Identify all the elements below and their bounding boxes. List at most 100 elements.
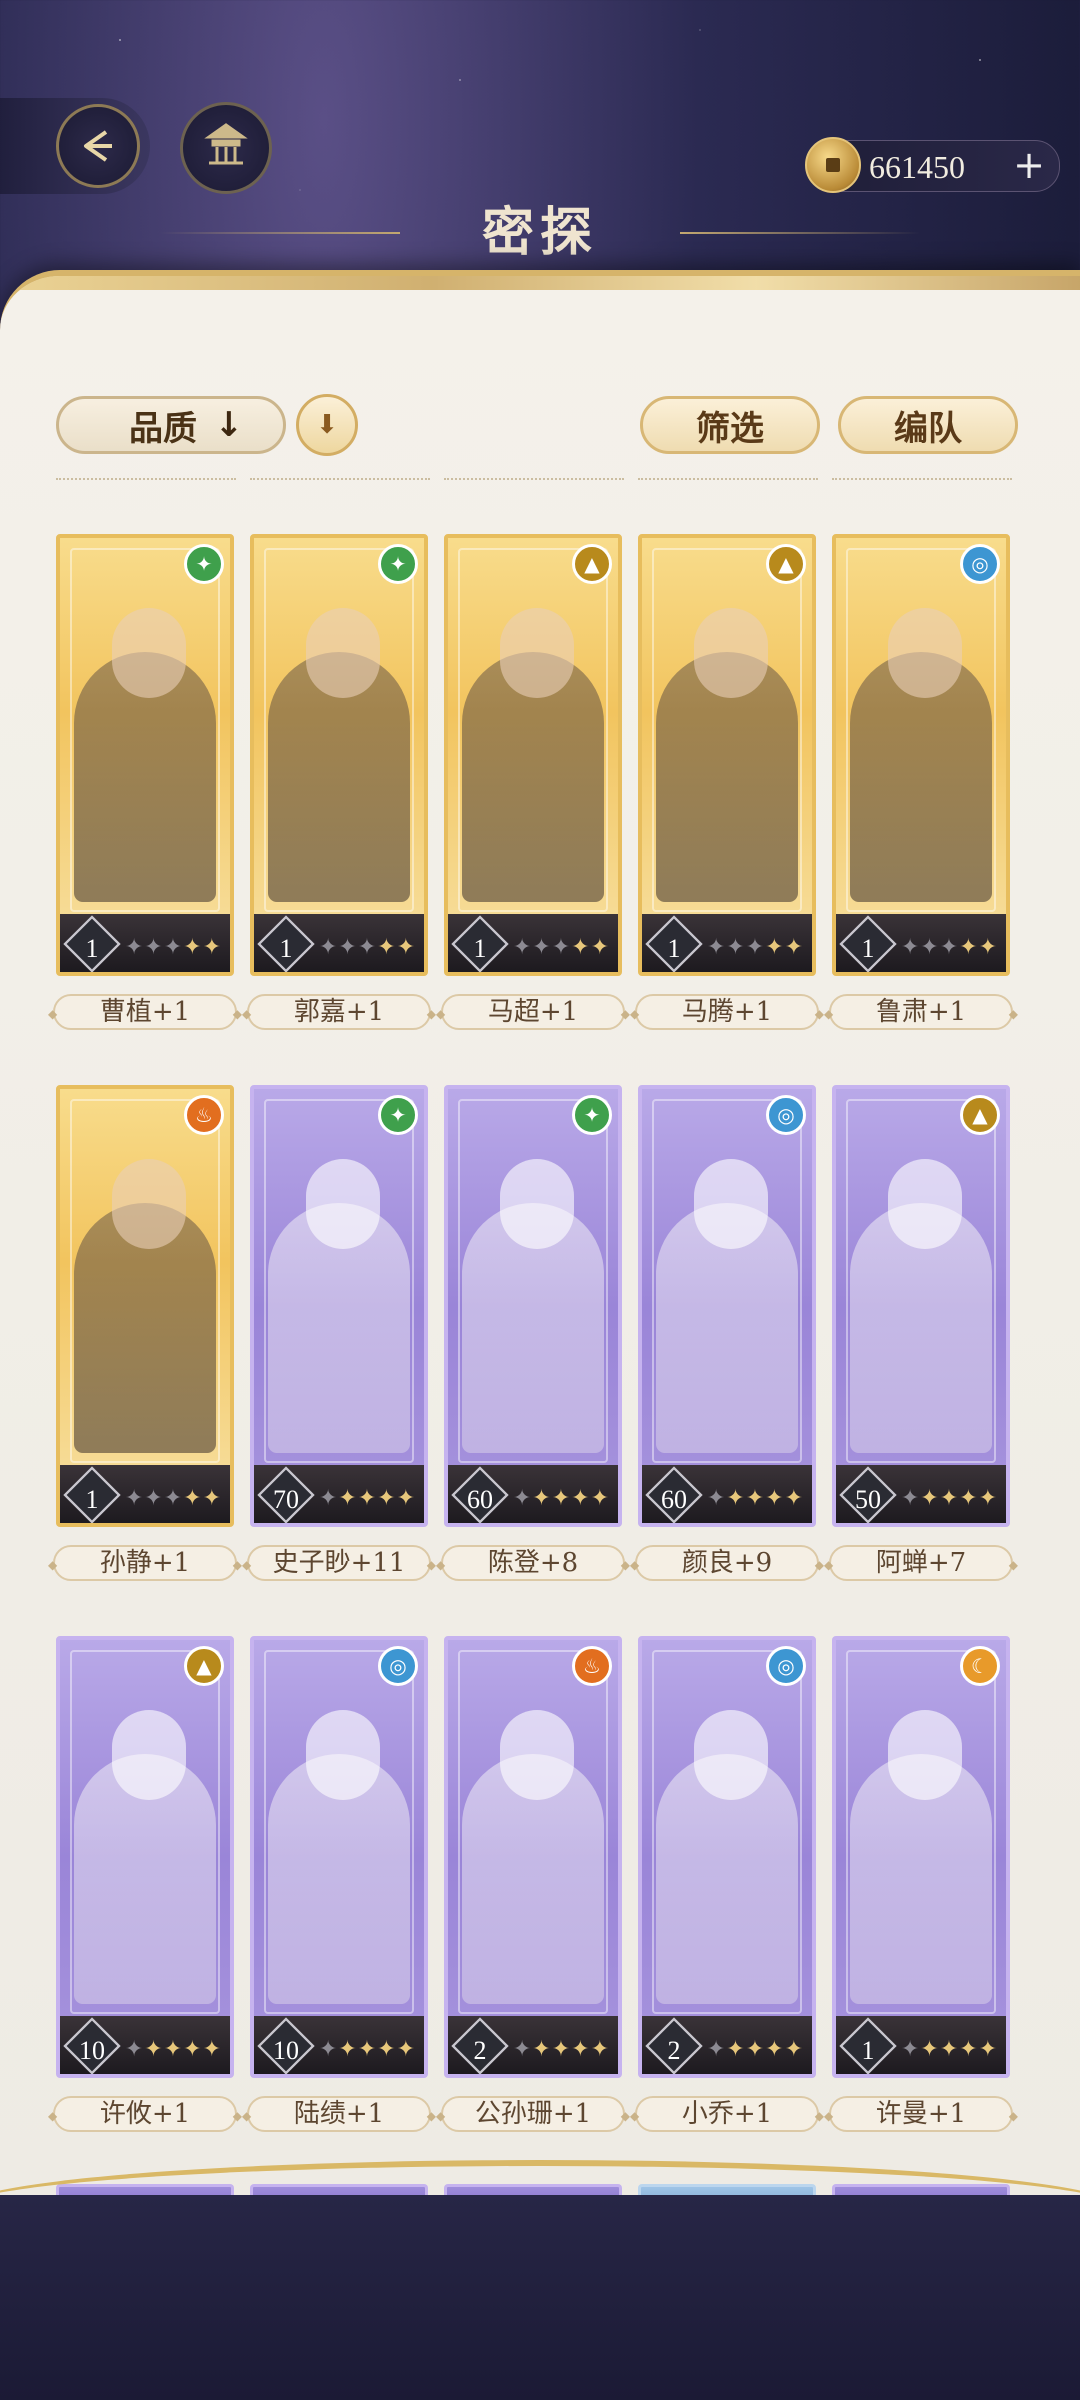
star-icon: ✦ [959,935,979,960]
star-icon: ✦ [338,2037,358,2062]
character-portrait-head [888,1710,962,1800]
title-divider-left [160,232,400,234]
character-name: 阿蝉+7 [824,1545,1018,1581]
star-icon: ✦ [571,1486,591,1511]
star-icon: ✦ [377,935,397,960]
level-value: 1 [861,2036,875,2065]
character-card[interactable]: ✦ 1 ✦✦✦✦✦ [250,534,428,976]
filter-label: 筛选 [696,408,764,449]
character-card[interactable]: ◎ 60 ✦✦✦✦✦ [638,1085,816,1527]
star-rating: ✦✦✦✦✦ [319,2037,416,2062]
pavilion-icon [199,119,253,177]
star-icon: ✦ [202,1486,222,1511]
sort-direction-icon: ↓ [214,405,244,445]
star-icon: ✦ [512,2037,533,2062]
star-icon: ✦ [183,935,203,960]
star-rating: ✦✦✦✦✦ [125,1486,222,1511]
star-icon: ✦ [745,935,766,960]
back-arrow-icon [56,104,140,188]
level-value: 1 [861,934,875,963]
level-value: 70 [273,1485,299,1514]
star-icon: ✦ [765,2037,785,2062]
star-icon: ✦ [551,2037,572,2062]
earth-element-icon: ▲ [766,544,806,584]
star-rating: ✦✦✦✦✦ [319,935,416,960]
level-value: 1 [473,934,487,963]
star-rating: ✦✦✦✦✦ [125,935,222,960]
star-icon: ✦ [532,1486,552,1511]
star-icon: ✦ [318,2037,339,2062]
character-portrait-head [500,1710,574,1800]
star-icon: ✦ [124,2037,145,2062]
home-button[interactable] [180,102,272,194]
star-rating: ✦✦✦✦✦ [707,2037,804,2062]
divider [250,470,430,480]
character-card[interactable]: ▲ 1 ✦✦✦✦✦ [444,534,622,976]
star-icon: ✦ [900,1486,921,1511]
character-name: 陈登+8 [436,1545,630,1581]
level-value: 1 [85,1485,99,1514]
character-card[interactable]: ♨ 1 ✦✦✦✦✦ [56,1085,234,1527]
star-rating: ✦✦✦✦✦ [125,2037,222,2062]
star-icon: ✦ [377,1486,397,1511]
team-label: 编队 [894,408,962,449]
character-name: 马腾+1 [630,994,824,1030]
divider [56,470,236,480]
filter-button[interactable]: 筛选 [640,396,820,454]
water-element-icon: ◎ [766,1095,806,1135]
character-name: 颜良+9 [630,1545,824,1581]
character-portrait-head [112,1710,186,1800]
star-icon: ✦ [571,935,591,960]
sort-order-button[interactable]: ⬇ [296,394,358,456]
character-card[interactable]: ✦ 60 ✦✦✦✦✦ [444,1085,622,1527]
character-card[interactable]: ☾ 1 ✦✦✦✦✦ [832,1636,1010,2078]
star-icon: ✦ [706,1486,727,1511]
character-name: 公孙珊+1 [436,2096,630,2132]
team-button[interactable]: 编队 [838,396,1018,454]
level-value: 1 [667,934,681,963]
character-card[interactable]: ✦ 70 ✦✦✦✦✦ [250,1085,428,1527]
star-icon: ✦ [357,2037,378,2062]
star-icon: ✦ [959,1486,979,1511]
fire-element-icon: ♨ [184,1095,224,1135]
star-icon: ✦ [726,1486,746,1511]
character-card[interactable]: ◎ 1 ✦✦✦✦✦ [832,534,1010,976]
star-icon: ✦ [551,935,572,960]
add-currency-button[interactable]: + [1013,143,1045,187]
water-element-icon: ◎ [766,1646,806,1686]
star-rating: ✦✦✦✦✦ [513,1486,610,1511]
character-portrait-head [112,1159,186,1249]
character-name: 许攸+1 [48,2096,242,2132]
star-icon: ✦ [202,2037,222,2062]
level-value: 2 [667,2036,681,2065]
character-card[interactable]: ▲ 10 ✦✦✦✦✦ [56,1636,234,2078]
star-icon: ✦ [357,1486,378,1511]
character-card[interactable]: ▲ 1 ✦✦✦✦✦ [638,534,816,976]
star-rating: ✦✦✦✦✦ [901,935,998,960]
character-card[interactable]: ▲ 50 ✦✦✦✦✦ [832,1085,1010,1527]
character-portrait-head [694,1159,768,1249]
back-button[interactable] [0,98,150,194]
star-rating: ✦✦✦✦✦ [901,1486,998,1511]
character-card[interactable]: ✦ 1 ✦✦✦✦✦ [56,534,234,976]
character-card[interactable]: ◎ 2 ✦✦✦✦✦ [638,1636,816,2078]
character-name: 许曼+1 [824,2096,1018,2132]
page-title: 密探 [481,202,598,263]
star-icon: ✦ [338,1486,358,1511]
star-icon: ✦ [939,2037,960,2062]
character-name: 郭嘉+1 [242,994,436,1030]
star-icon: ✦ [512,1486,533,1511]
character-portrait-head [500,608,574,698]
character-card[interactable]: ◎ 10 ✦✦✦✦✦ [250,1636,428,2078]
character-name: 小乔+1 [630,2096,824,2132]
sort-quality-button[interactable]: 品质 ↓ [56,396,286,454]
character-portrait-head [306,1159,380,1249]
character-portrait-head [888,1159,962,1249]
star-rating: ✦✦✦✦✦ [319,1486,416,1511]
character-card[interactable]: ♨ 2 ✦✦✦✦✦ [444,1636,622,2078]
level-value: 60 [467,1485,493,1514]
character-name: 鲁肃+1 [824,994,1018,1030]
star-icon: ✦ [590,1486,610,1511]
star-icon: ✦ [978,935,998,960]
star-icon: ✦ [183,1486,203,1511]
